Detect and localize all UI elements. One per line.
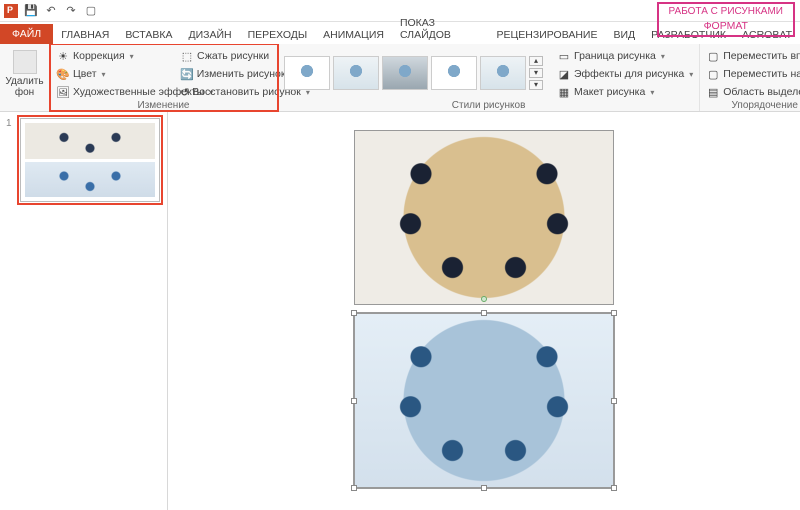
gallery-more-icon[interactable]: ▾	[529, 80, 543, 90]
reset-picture-button[interactable]: ↺Восстановить рисунок	[178, 84, 278, 100]
slide-image-recolored[interactable]	[354, 313, 614, 488]
gallery-down-icon[interactable]: ▾	[529, 68, 543, 78]
style-thumb-3[interactable]	[382, 56, 428, 90]
style-thumb-2[interactable]	[333, 56, 379, 90]
ribbon: Удалить фон ☀Коррекция 🎨Цвет 🖼Художестве…	[0, 44, 800, 112]
picture-tools-context: РАБОТА С РИСУНКАМИ ФОРМАТ	[657, 2, 795, 37]
tab-transitions[interactable]: ПЕРЕХОДЫ	[240, 26, 316, 44]
resize-handle-tl[interactable]	[351, 310, 357, 316]
corrections-button[interactable]: ☀Коррекция	[54, 48, 174, 64]
adjust-group-label: Изменение	[54, 100, 273, 112]
slide-image-original[interactable]	[354, 130, 614, 305]
thumb-image-bottom	[25, 162, 155, 198]
change-picture-button[interactable]: 🔄Изменить рисунок	[178, 66, 278, 82]
ribbon-tabs: ФАЙЛ ГЛАВНАЯ ВСТАВКА ДИЗАЙН ПЕРЕХОДЫ АНИ…	[0, 22, 800, 44]
send-backward-button[interactable]: ▢Переместить назад	[704, 66, 800, 82]
redo-icon[interactable]: ↷	[64, 4, 78, 18]
gallery-up-icon[interactable]: ▴	[529, 56, 543, 66]
slide-thumbnail-1[interactable]	[20, 118, 160, 202]
layout-icon: ▦	[557, 85, 571, 99]
tab-animation[interactable]: АНИМАЦИЯ	[315, 26, 392, 44]
slide-number: 1	[6, 118, 18, 129]
bring-forward-button[interactable]: ▢Переместить вперед	[704, 48, 800, 64]
border-icon: ▭	[557, 49, 571, 63]
tab-slideshow[interactable]: ПОКАЗ СЛАЙДОВ	[392, 14, 489, 44]
style-thumb-4[interactable]	[431, 56, 477, 90]
reset-icon: ↺	[180, 85, 189, 99]
compress-icon: ⬚	[180, 49, 194, 63]
slideshow-icon[interactable]: ▢	[84, 4, 98, 18]
bring-forward-icon: ▢	[706, 49, 720, 63]
resize-handle-tr[interactable]	[611, 310, 617, 316]
remove-background-label: Удалить фон	[4, 76, 45, 98]
save-icon[interactable]: 💾	[24, 4, 38, 18]
gallery-scroll: ▴ ▾ ▾	[529, 56, 543, 90]
arrange-group-label: Упорядочение	[704, 100, 800, 112]
artistic-icon: 🖼	[56, 85, 70, 99]
tab-design[interactable]: ДИЗАЙН	[180, 26, 239, 44]
resize-handle-bl[interactable]	[351, 485, 357, 491]
adjust-group: ☀Коррекция 🎨Цвет 🖼Художественные эффекты…	[50, 44, 278, 111]
rotate-handle[interactable]	[481, 296, 487, 302]
thumb-image-top	[25, 123, 155, 159]
tab-view[interactable]: ВИД	[605, 26, 643, 44]
tab-file[interactable]: ФАЙЛ	[0, 24, 53, 44]
style-thumb-1[interactable]	[284, 56, 330, 90]
context-title: РАБОТА С РИСУНКАМИ	[661, 5, 791, 18]
selection-pane-icon: ▤	[706, 85, 720, 99]
change-picture-icon: 🔄	[180, 67, 194, 81]
color-icon: 🎨	[56, 67, 70, 81]
tab-format[interactable]: ФОРМАТ	[661, 18, 791, 34]
workspace: 1	[0, 112, 800, 510]
slide-thumbnails-pane: 1	[0, 112, 168, 510]
resize-handle-bm[interactable]	[481, 485, 487, 491]
remove-background-button[interactable]: Удалить фон	[4, 46, 45, 98]
brightness-icon: ☀	[56, 49, 70, 63]
picture-effects-button[interactable]: ◪Эффекты для рисунка	[555, 66, 695, 82]
picture-border-button[interactable]: ▭Граница рисунка	[555, 48, 695, 64]
remove-background-icon	[13, 50, 37, 74]
send-backward-icon: ▢	[706, 67, 720, 81]
resize-handle-ml[interactable]	[351, 398, 357, 404]
effects-icon: ◪	[557, 67, 571, 81]
compress-pictures-button[interactable]: ⬚Сжать рисунки	[178, 48, 278, 64]
picture-layout-button[interactable]: ▦Макет рисунка	[555, 84, 695, 100]
resize-handle-mr[interactable]	[611, 398, 617, 404]
resize-handle-br[interactable]	[611, 485, 617, 491]
selection-pane-button[interactable]: ▤Область выделения	[704, 84, 800, 100]
color-button[interactable]: 🎨Цвет	[54, 66, 174, 82]
picture-styles-gallery: ▴ ▾ ▾	[282, 52, 545, 94]
styles-group-label: Стили рисунков	[282, 100, 695, 112]
undo-icon[interactable]: ↶	[44, 4, 58, 18]
artistic-effects-button[interactable]: 🖼Художественные эффекты	[54, 84, 174, 100]
tab-review[interactable]: РЕЦЕНЗИРОВАНИЕ	[489, 26, 606, 44]
style-thumb-5[interactable]	[480, 56, 526, 90]
app-icon	[4, 4, 18, 18]
slide-canvas[interactable]	[168, 112, 800, 510]
tab-home[interactable]: ГЛАВНАЯ	[53, 26, 117, 44]
resize-handle-tm[interactable]	[481, 310, 487, 316]
tab-insert[interactable]: ВСТАВКА	[117, 26, 180, 44]
